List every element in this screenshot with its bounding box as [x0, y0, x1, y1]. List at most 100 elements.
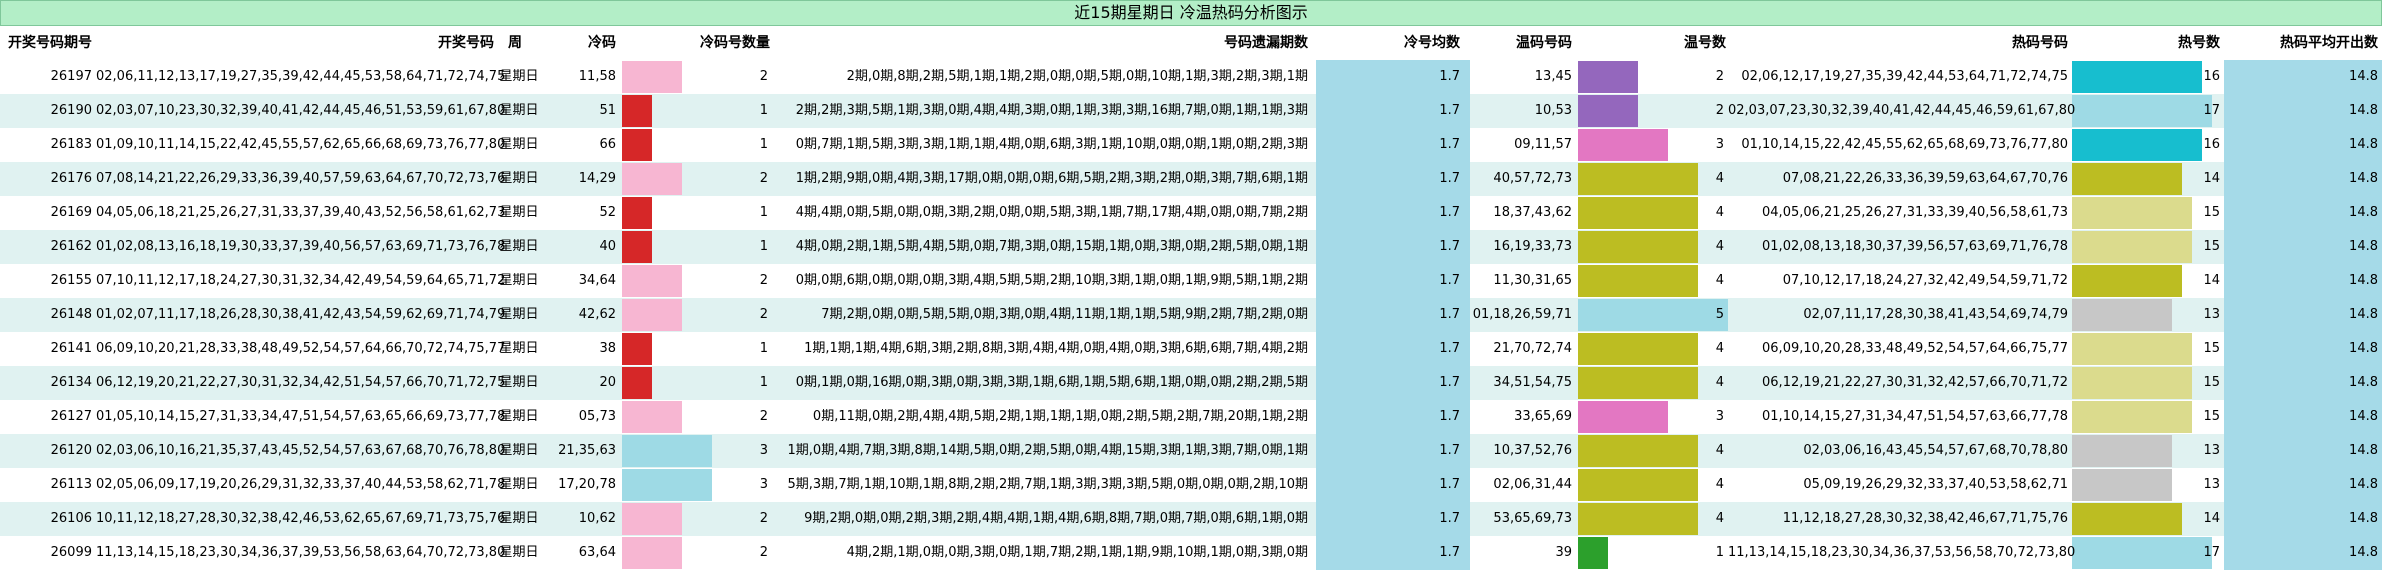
cold-avg-cell: 1.7: [1439, 443, 1460, 458]
week-cell: 星期日: [499, 103, 539, 118]
hot-count-cell: 17: [2203, 103, 2220, 118]
table-row: 26127 01,05,10,14,15,27,31,33,34,47,51,54…: [0, 400, 2382, 434]
warm-cell: 53,65,69,73: [1493, 511, 1572, 526]
warm-count-cell: 2: [1715, 69, 1724, 84]
week-cell: 星期日: [499, 375, 539, 390]
numbers-cell: 01,09,10,11,14,15,22,42,45,55,57,62,65,6…: [96, 137, 506, 152]
hot-avg-cell: 14.8: [2349, 273, 2378, 288]
cold-cell: 21,35,63: [558, 443, 616, 458]
cold-count-cell: 2: [759, 511, 768, 526]
hot-avg-cell: 14.8: [2349, 341, 2378, 356]
cold-avg-cell: 1.7: [1439, 375, 1460, 390]
cold-avg-cell: 1.7: [1439, 545, 1460, 560]
hot-count-cell: 15: [2203, 375, 2220, 390]
cold-avg-cell: 1.7: [1439, 69, 1460, 84]
analysis-table: 近15期星期日 冷温热码分析图示 开奖号码期号 开奖号码 周 冷码 冷码号数量 …: [0, 0, 2382, 573]
hot-cell: 02,07,11,17,28,30,38,41,43,54,69,74,79: [1803, 307, 2068, 322]
hot-cell: 05,09,19,26,29,32,33,37,40,53,58,62,71: [1803, 477, 2068, 492]
table-row: 26113 02,05,06,09,17,19,20,26,29,31,32,33…: [0, 468, 2382, 502]
cold-cell: 40: [599, 239, 616, 254]
missing-cell: 0期,1期,0期,16期,0期,3期,0期,3期,3期,1期,6期,1期,5期,…: [795, 375, 1308, 390]
week-cell: 星期日: [499, 273, 539, 288]
week-cell: 星期日: [499, 409, 539, 424]
week-cell: 星期日: [499, 307, 539, 322]
period-cell: 26155: [50, 273, 92, 288]
cold-count-cell: 2: [759, 545, 768, 560]
hot-count-cell: 14: [2203, 171, 2220, 186]
week-cell: 星期日: [499, 511, 539, 526]
numbers-cell: 06,09,10,20,21,28,33,38,48,49,52,54,57,6…: [96, 341, 506, 356]
table-row: 26155 07,10,11,12,17,18,24,27,30,31,32,34…: [0, 264, 2382, 298]
warm-count-cell: 2: [1715, 103, 1724, 118]
missing-cell: 0期,7期,1期,5期,3期,3期,1期,1期,4期,0期,6期,3期,1期,1…: [795, 137, 1308, 152]
hot-cell: 01,10,14,15,27,31,34,47,51,54,57,63,66,7…: [1762, 409, 2068, 424]
week-cell: 星期日: [499, 477, 539, 492]
cold-avg-cell: 1.7: [1439, 477, 1460, 492]
cold-cell: 51: [599, 103, 616, 118]
header-week: 周: [508, 35, 522, 51]
table-row: 26134 06,12,19,20,21,22,27,30,31,32,34,42…: [0, 366, 2382, 400]
cold-cell: 20: [599, 375, 616, 390]
week-cell: 星期日: [499, 137, 539, 152]
table-row: 26176 07,08,14,21,22,26,29,33,36,39,40,57…: [0, 162, 2382, 196]
cold-count-cell: 2: [759, 273, 768, 288]
warm-count-cell: 4: [1715, 341, 1724, 356]
week-cell: 星期日: [499, 443, 539, 458]
warm-count-cell: 1: [1715, 545, 1724, 560]
missing-cell: 9期,2期,0期,0期,2期,3期,2期,4期,4期,1期,4期,6期,8期,7…: [804, 511, 1308, 526]
cold-cell: 52: [599, 205, 616, 220]
warm-cell: 09,11,57: [1514, 137, 1572, 152]
table-row: 26183 01,09,10,11,14,15,22,42,45,55,57,62…: [0, 128, 2382, 162]
hot-cell: 04,05,06,21,25,26,27,31,33,39,40,56,58,6…: [1762, 205, 2068, 220]
cold-count-cell: 1: [759, 137, 768, 152]
cold-cell: 14,29: [578, 171, 616, 186]
hot-count-cell: 13: [2203, 307, 2220, 322]
hot-cell: 07,08,21,22,26,33,36,39,59,63,64,67,70,7…: [1782, 171, 2068, 186]
cold-cell: 34,64: [578, 273, 616, 288]
missing-cell: 0期,11期,0期,2期,4期,4期,5期,2期,1期,1期,1期,0期,2期,…: [812, 409, 1308, 424]
week-cell: 星期日: [499, 69, 539, 84]
numbers-cell: 07,08,14,21,22,26,29,33,36,39,40,57,59,6…: [96, 171, 506, 186]
warm-count-cell: 4: [1715, 239, 1724, 254]
cold-avg-cell: 1.7: [1439, 103, 1460, 118]
table-row: 26120 02,03,06,10,16,21,35,37,43,45,52,54…: [0, 434, 2382, 468]
hot-count-cell: 15: [2203, 341, 2220, 356]
period-cell: 26148: [50, 307, 92, 322]
period-cell: 26169: [50, 205, 92, 220]
cold-count-cell: 1: [759, 239, 768, 254]
warm-cell: 40,57,72,73: [1493, 171, 1572, 186]
missing-cell: 1期,1期,1期,4期,6期,3期,2期,8期,3期,4期,4期,0期,4期,0…: [804, 341, 1308, 356]
period-cell: 26127: [50, 409, 92, 424]
cold-count-cell: 2: [759, 409, 768, 424]
warm-cell: 11,30,31,65: [1493, 273, 1572, 288]
numbers-cell: 02,03,06,10,16,21,35,37,43,45,52,54,57,6…: [96, 443, 506, 458]
hot-count-cell: 13: [2203, 477, 2220, 492]
cold-avg-cell: 1.7: [1439, 409, 1460, 424]
numbers-cell: 10,11,12,18,27,28,30,32,38,42,46,53,62,6…: [96, 511, 506, 526]
missing-cell: 4期,2期,1期,0期,0期,3期,0期,1期,7期,2期,1期,1期,9期,1…: [846, 545, 1308, 560]
header-cold-avg: 冷号均数: [1404, 35, 1460, 51]
period-cell: 26190: [50, 103, 92, 118]
numbers-cell: 02,03,07,10,23,30,32,39,40,41,42,44,45,4…: [96, 103, 506, 118]
header-warm: 温码号码: [1516, 35, 1572, 51]
hot-avg-cell: 14.8: [2349, 103, 2378, 118]
header-hot-count: 热号数: [2178, 35, 2220, 51]
warm-count-cell: 3: [1715, 409, 1724, 424]
cold-cell: 42,62: [578, 307, 616, 322]
hot-count-cell: 14: [2203, 511, 2220, 526]
cold-cell: 05,73: [578, 409, 616, 424]
warm-cell: 16,19,33,73: [1493, 239, 1572, 254]
week-cell: 星期日: [499, 341, 539, 356]
hot-count-cell: 15: [2203, 205, 2220, 220]
table-row: 26106 10,11,12,18,27,28,30,32,38,42,46,53…: [0, 502, 2382, 536]
hot-avg-cell: 14.8: [2349, 239, 2378, 254]
cold-cell: 66: [599, 137, 616, 152]
hot-avg-cell: 14.8: [2349, 443, 2378, 458]
table-row: 26162 01,02,08,13,16,18,19,30,33,37,39,40…: [0, 230, 2382, 264]
cold-count-cell: 3: [759, 477, 768, 492]
cold-cell: 38: [599, 341, 616, 356]
hot-cell: 11,12,18,27,28,30,32,38,42,46,67,71,75,7…: [1782, 511, 2068, 526]
hot-cell: 02,03,06,16,43,45,54,57,67,68,70,78,80: [1803, 443, 2068, 458]
hot-cell: 01,02,08,13,18,30,37,39,56,57,63,69,71,7…: [1762, 239, 2068, 254]
warm-count-cell: 3: [1715, 137, 1724, 152]
